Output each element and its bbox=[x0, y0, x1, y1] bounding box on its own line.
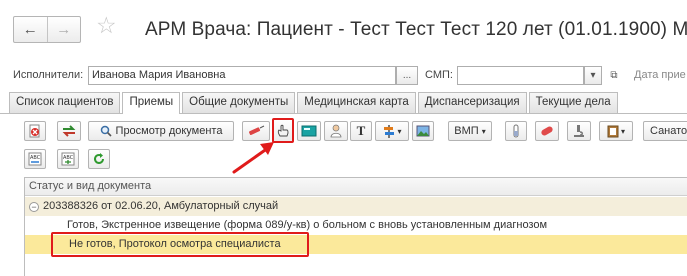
signpost-icon bbox=[384, 125, 395, 138]
highlight-box bbox=[51, 232, 309, 257]
vmp-dropdown-button[interactable]: ВМП ▾ bbox=[448, 121, 492, 141]
arrow-right-icon: → bbox=[56, 21, 72, 38]
forward-button[interactable]: → bbox=[46, 17, 81, 42]
tab-appointments[interactable]: Приемы bbox=[122, 92, 181, 114]
text-button[interactable]: T bbox=[350, 121, 372, 141]
arrow-left-icon: ← bbox=[22, 21, 38, 38]
chevron-down-icon: ▾ bbox=[397, 126, 402, 136]
abc-button-1[interactable]: ABC bbox=[24, 149, 46, 169]
window-title: АРМ Врача: Пациент - Тест Тест Тест 120 … bbox=[145, 19, 687, 40]
smp-dropdown-button[interactable]: ▾ bbox=[584, 66, 602, 85]
exchange-arrows-icon bbox=[62, 125, 76, 137]
microscope-icon bbox=[574, 125, 584, 137]
executor-select-button[interactable]: ... bbox=[396, 66, 418, 85]
image-button[interactable] bbox=[412, 121, 434, 141]
exchange-button[interactable] bbox=[57, 121, 81, 141]
medication-button[interactable] bbox=[535, 121, 559, 141]
refresh-icon bbox=[94, 153, 104, 164]
table-group-row[interactable]: −203388326 от 02.06.20, Амбулаторный слу… bbox=[25, 197, 687, 216]
annotation-arrow-icon bbox=[232, 142, 274, 174]
sanatorium-label: Санато bbox=[650, 125, 687, 137]
delete-document-button[interactable] bbox=[24, 121, 46, 141]
smp-open-button[interactable]: ⧉ bbox=[606, 66, 622, 85]
vmp-label: ВМП bbox=[454, 125, 479, 137]
teal-card-icon bbox=[301, 125, 317, 137]
doctor-icon bbox=[330, 124, 342, 138]
doctor-button[interactable] bbox=[324, 121, 348, 141]
favorite-star-icon[interactable]: ☆ bbox=[96, 14, 117, 37]
refresh-button[interactable] bbox=[88, 149, 110, 169]
tab-bar: Список пациентов Приемы Общие документы … bbox=[9, 92, 620, 114]
sanatorium-button[interactable]: Санато bbox=[643, 121, 687, 141]
smp-field[interactable] bbox=[457, 66, 584, 85]
open-icon: ⧉ bbox=[610, 70, 618, 81]
clipboard-icon bbox=[607, 125, 619, 138]
view-document-label: Просмотр документа bbox=[115, 125, 223, 137]
chevron-down-icon: ▾ bbox=[620, 126, 625, 136]
tab-current-tasks[interactable]: Текущие дела bbox=[528, 92, 618, 113]
date-label: Дата прие bbox=[634, 69, 686, 81]
card-button[interactable] bbox=[297, 121, 321, 141]
pill-icon bbox=[541, 126, 553, 136]
abc-button-2[interactable]: ABC bbox=[57, 149, 79, 169]
tab-patient-list[interactable]: Список пациентов bbox=[9, 92, 121, 113]
smp-label: СМП: bbox=[425, 69, 453, 81]
executor-label: Исполнители: bbox=[13, 69, 84, 81]
abc-sort-icon: ABC bbox=[28, 152, 42, 166]
tab-medical-card[interactable]: Медицинская карта bbox=[297, 92, 416, 113]
hand-pointer-icon bbox=[277, 124, 289, 136]
tube-button[interactable] bbox=[505, 121, 527, 141]
search-icon bbox=[100, 125, 112, 137]
text-format-icon: T bbox=[356, 123, 366, 138]
chevron-down-icon: ▾ bbox=[481, 126, 486, 136]
collapse-icon[interactable]: − bbox=[29, 202, 39, 212]
view-document-button[interactable]: Просмотр документа bbox=[88, 121, 234, 141]
delete-document-icon bbox=[29, 124, 40, 138]
svg-text:ABC: ABC bbox=[30, 155, 41, 161]
abc-add-icon: ABC bbox=[61, 152, 75, 166]
tab-general-documents[interactable]: Общие документы bbox=[182, 92, 296, 113]
microscope-button[interactable] bbox=[567, 121, 591, 141]
test-tube-icon bbox=[513, 124, 519, 138]
syringe-icon bbox=[249, 125, 265, 136]
chevron-down-icon: ▾ bbox=[590, 70, 596, 81]
navigation-group: ← → bbox=[13, 16, 81, 43]
clipboard-dropdown-button[interactable]: ▾ bbox=[599, 121, 633, 141]
tab-dispensarization[interactable]: Диспансеризация bbox=[417, 92, 527, 113]
table-header: Статус и вид документа bbox=[25, 178, 687, 196]
image-icon bbox=[416, 125, 430, 137]
executor-field[interactable]: Иванова Мария Ивановна bbox=[88, 66, 396, 85]
back-button[interactable]: ← bbox=[14, 17, 47, 42]
group-row-label: 203388326 от 02.06.20, Амбулаторный случ… bbox=[43, 200, 279, 212]
signpost-dropdown-button[interactable]: ▾ bbox=[375, 121, 409, 141]
